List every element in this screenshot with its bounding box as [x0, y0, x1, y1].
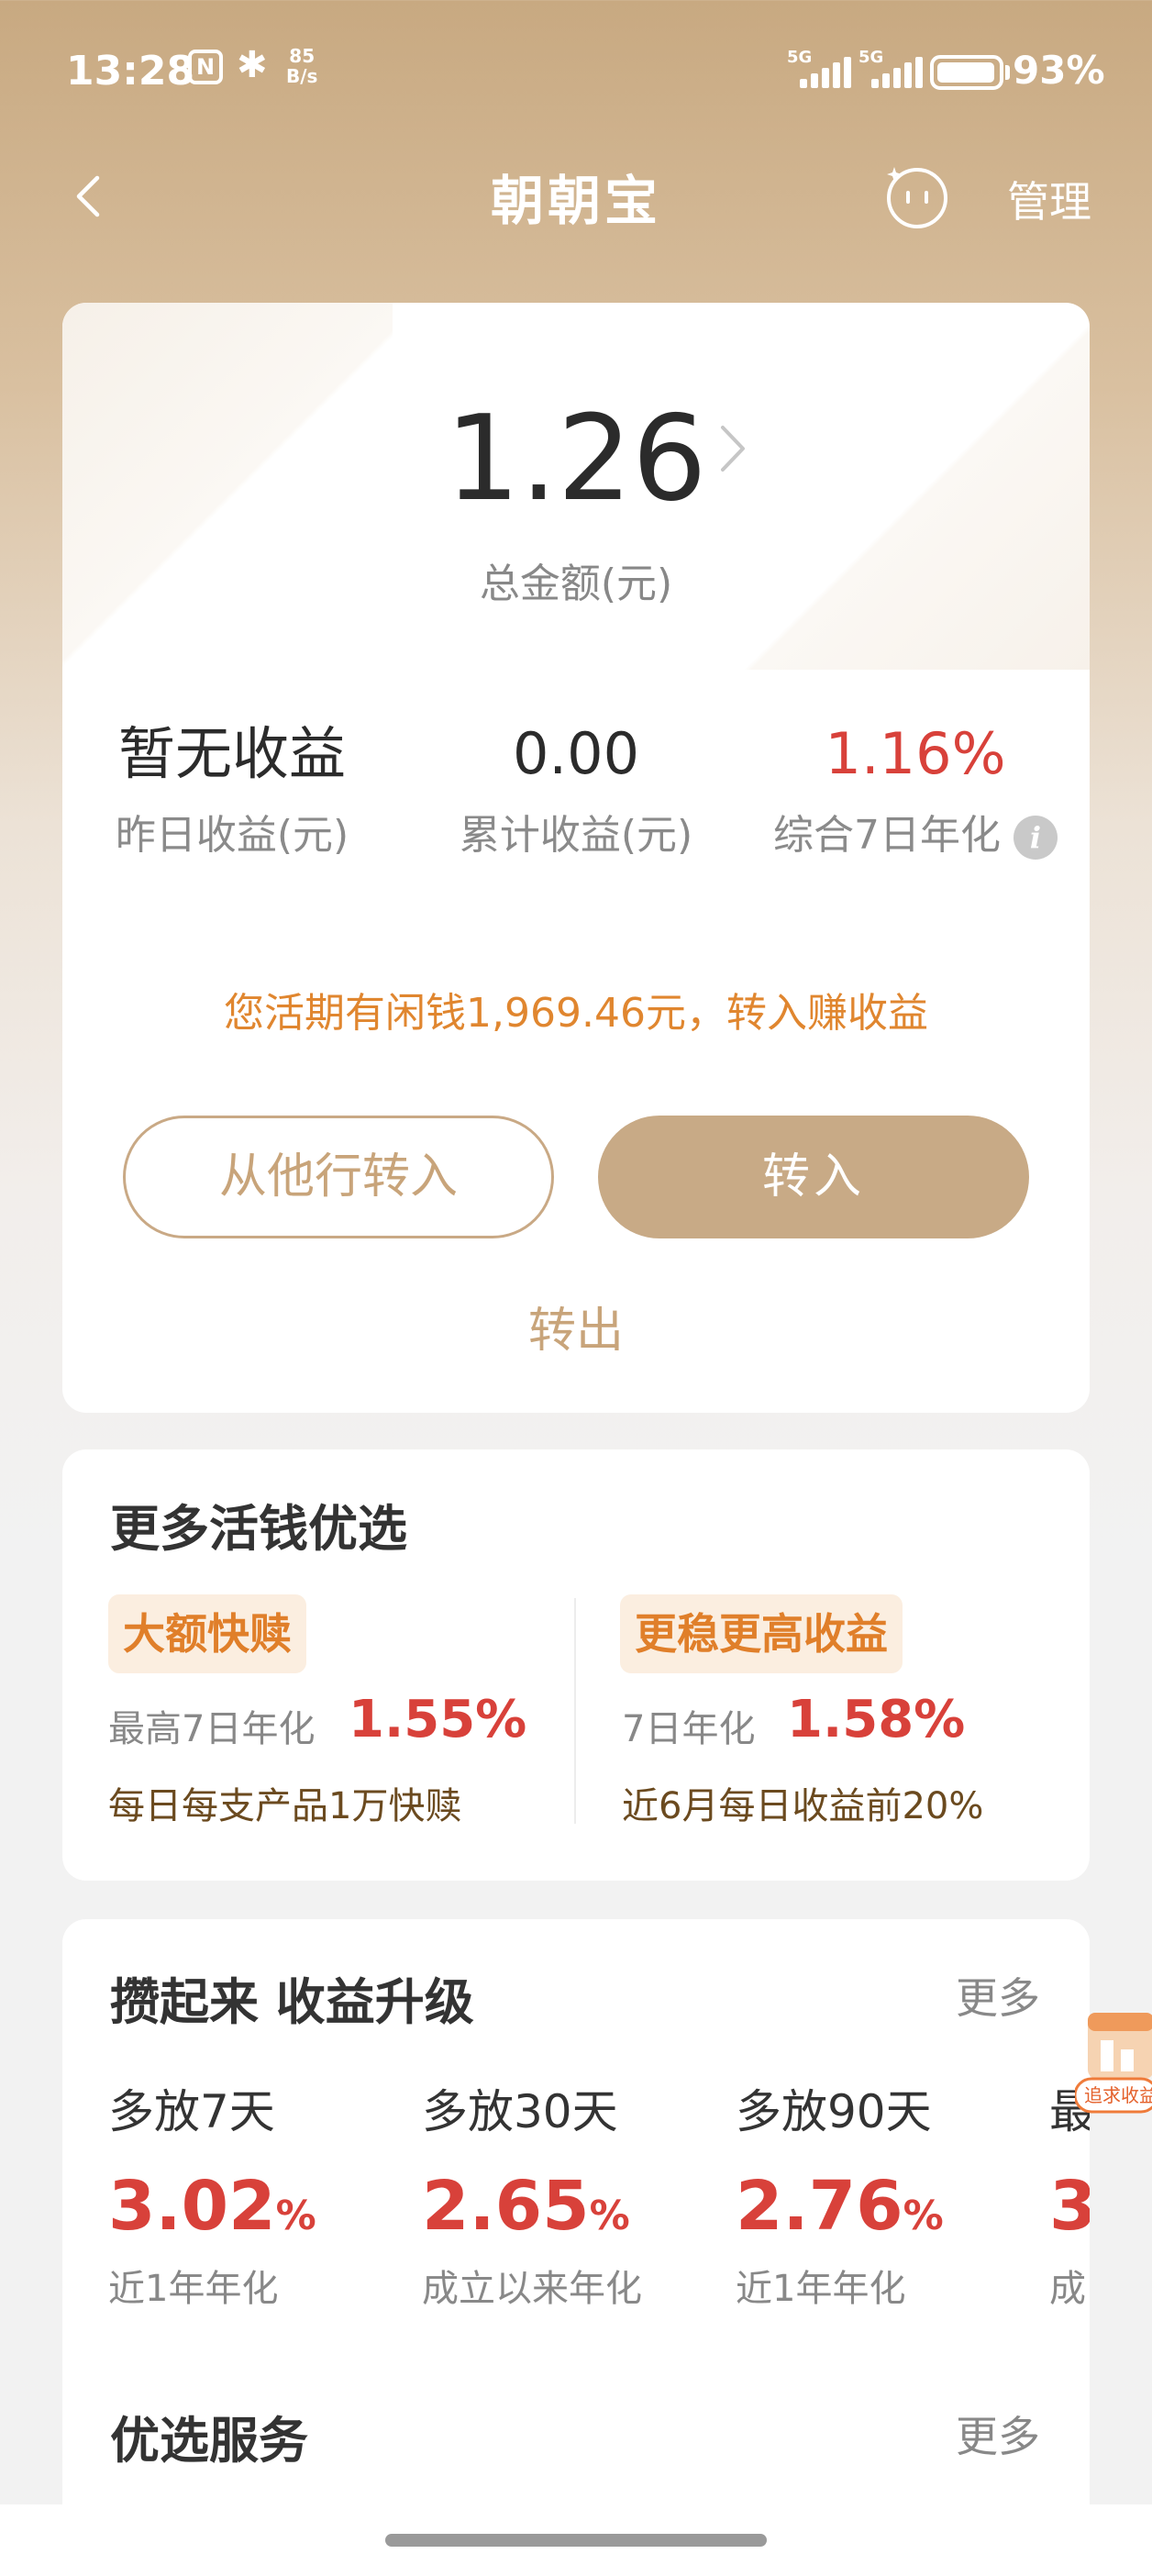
services-more-link[interactable]: 更多: [956, 2404, 1040, 2464]
product-rate-desc: 近1年年化: [108, 2268, 279, 2310]
chevron-right-icon[interactable]: [714, 416, 750, 481]
fast-redeem-tag: 大额快赎: [108, 1594, 306, 1673]
product-name: 多放7天: [108, 2085, 275, 2138]
upgrade-title: 攒起来 收益升级: [110, 1973, 474, 2031]
product-30d[interactable]: 多放30天 2.65% 成立以来年化: [422, 2075, 734, 2312]
product-90d[interactable]: 多放90天 2.76% 近1年年化: [736, 2075, 1047, 2312]
cumulative-earnings-label: 累计收益(元): [459, 812, 693, 859]
fast-redeem-desc: 每日每支产品1万快赎: [108, 1785, 462, 1827]
upgrade-card: 攒起来 收益升级 更多 多放7天 3.02% 近1年年化 多放30天 2.65%…: [62, 1919, 1090, 2576]
floating-promo-label: 追求收益: [1084, 2084, 1152, 2106]
yesterday-earnings-label: 昨日收益(元): [115, 812, 349, 859]
product-rate-desc: 近1年年化: [736, 2268, 906, 2310]
transfer-out-button[interactable]: 转出: [62, 1292, 1090, 1360]
stat-yesterday: 暂无收益 昨日收益(元): [62, 716, 402, 861]
product-rate-value: 2.65: [422, 2167, 590, 2246]
signal-icon-sim2: 5G: [858, 48, 925, 88]
page-title: 朝朝宝: [490, 170, 661, 232]
info-icon[interactable]: i: [1014, 816, 1058, 860]
fast-redeem-rate-label: 最高7日年化: [108, 1708, 316, 1750]
floating-promo-icon[interactable]: 追求收益: [1075, 2000, 1152, 2128]
product-rate: 3.: [1049, 2167, 1090, 2249]
product-rate: 2.76%: [736, 2167, 1047, 2249]
battery-tip: [1005, 65, 1010, 80]
stat-annual: 1.16% 综合7日年化 i: [741, 716, 1090, 861]
cumulative-earnings-value: 0.00: [512, 720, 640, 787]
battery-icon: [930, 55, 1003, 90]
product-name: 多放90天: [736, 2085, 932, 2138]
stable-higher-rate-label: 7日年化: [622, 1708, 756, 1750]
seven-day-annual-label: 综合7日年化: [773, 812, 1001, 859]
product-rate-value: 2.76: [736, 2167, 903, 2246]
product-name: 多放30天: [422, 2085, 618, 2138]
network-speed-unit: B/s: [286, 65, 318, 87]
signal-icon-sim1: 5G: [787, 48, 853, 88]
product-rate: 3.02%: [108, 2167, 420, 2249]
nav-bar: 朝朝宝 管理: [0, 147, 1152, 248]
stable-higher-rate: 1.58%: [787, 1690, 966, 1749]
fast-redeem-rate: 1.55%: [349, 1690, 527, 1749]
option-divider: [574, 1598, 576, 1824]
manage-button[interactable]: 管理: [1007, 169, 1091, 229]
more-options-title: 更多活钱优选: [110, 1500, 407, 1558]
product-rate-desc: 成: [1049, 2268, 1086, 2310]
yesterday-earnings-value: 暂无收益: [117, 720, 346, 787]
product-7d[interactable]: 多放7天 3.02% 近1年年化: [108, 2075, 420, 2312]
network-speed: 85 B/s: [286, 46, 317, 86]
more-options-card: 更多活钱优选 大额快赎 最高7日年化 1.55% 每日每支产品1万快赎 更稳更高…: [62, 1449, 1090, 1881]
product-rate-desc: 成立以来年化: [422, 2268, 642, 2310]
product-rate-value: 3.02: [108, 2167, 276, 2246]
battery-percent: 93%: [1013, 48, 1105, 93]
services-title: 优选服务: [110, 2412, 308, 2470]
product-rate: 2.65%: [422, 2167, 734, 2249]
stable-higher-desc: 近6月每日收益前20%: [622, 1785, 984, 1827]
product-rate-value: 3.: [1049, 2167, 1090, 2246]
total-amount-label: 总金额(元): [479, 561, 673, 607]
status-bar: 13:28 N ✱ 85 B/s 5G 5G 93%: [0, 0, 1152, 147]
total-amount[interactable]: 1.26: [62, 391, 1090, 527]
product-rate-unit: %: [903, 2193, 944, 2239]
product-rate-unit: %: [275, 2193, 316, 2239]
upgrade-more-link[interactable]: 更多: [956, 1965, 1040, 2026]
seven-day-annual-value: 1.16%: [825, 720, 1006, 787]
home-indicator[interactable]: [385, 2534, 767, 2547]
network-speed-value: 85: [289, 45, 316, 67]
stat-cumulative: 0.00 累计收益(元): [406, 716, 746, 861]
transfer-in-button[interactable]: 转入: [598, 1116, 1029, 1238]
nfc-icon: N: [188, 50, 223, 84]
seven-day-annual-label-row: 综合7日年化 i: [741, 802, 1090, 861]
sim2-network-label: 5G: [858, 48, 884, 67]
sim1-network-label: 5G: [787, 48, 813, 67]
idle-money-tip[interactable]: 您活期有闲钱1,969.46元，转入赚收益: [62, 980, 1090, 1038]
summary-card: 1.26 总金额(元) 暂无收益 昨日收益(元) 0.00 累计收益(元) 1.…: [62, 303, 1090, 1413]
transfer-from-other-bank-button[interactable]: 从他行转入: [123, 1116, 554, 1238]
product-rate-unit: %: [589, 2193, 630, 2239]
bluetooth-icon: ✱: [237, 44, 268, 86]
customer-service-icon[interactable]: [882, 161, 952, 231]
status-time: 13:28: [66, 48, 195, 94]
stable-higher-tag: 更稳更高收益: [620, 1594, 903, 1673]
